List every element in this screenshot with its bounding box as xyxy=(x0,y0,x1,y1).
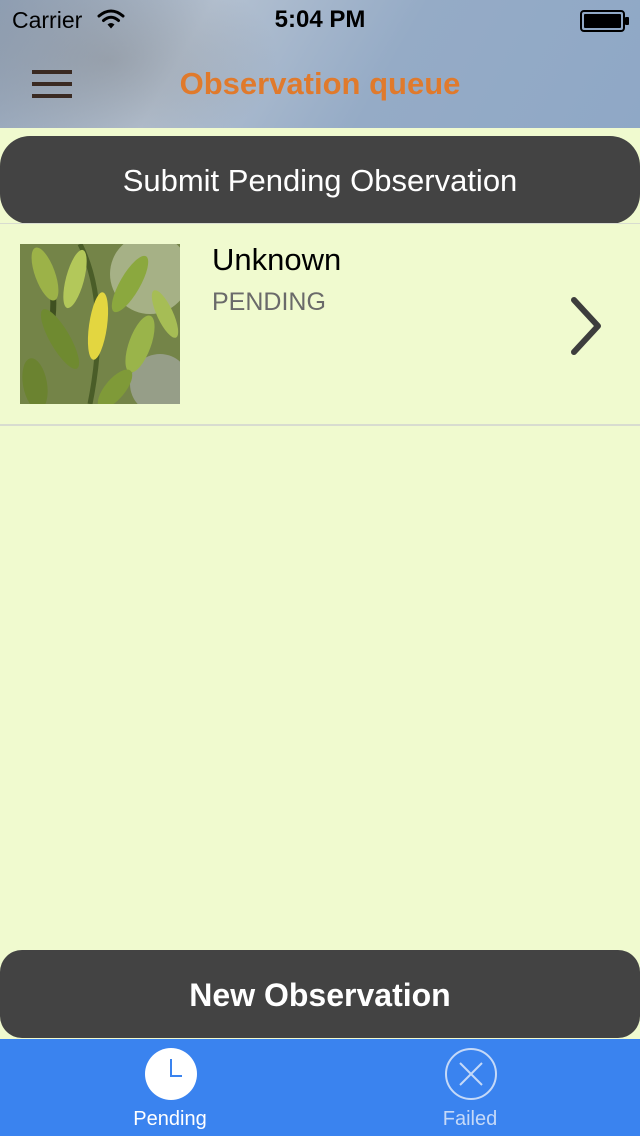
new-observation-button[interactable]: New Observation xyxy=(0,950,640,1038)
plant-photo-icon xyxy=(20,244,180,404)
observation-status: PENDING xyxy=(212,288,326,316)
tab-bar: Pending Failed xyxy=(0,1039,640,1136)
tab-pending[interactable]: Pending xyxy=(10,1039,330,1136)
page-title: Observation queue xyxy=(179,66,461,101)
tab-failed[interactable]: Failed xyxy=(310,1039,630,1136)
observation-list-item[interactable]: Unknown PENDING xyxy=(0,224,640,424)
tab-failed-label: Failed xyxy=(442,1108,498,1130)
list-divider xyxy=(0,424,640,426)
observation-thumbnail xyxy=(20,244,180,404)
navigation-header: Carrier 5:04 PM Observation queue xyxy=(0,0,640,128)
status-time: 5:04 PM xyxy=(274,6,366,33)
tab-pending-label: Pending xyxy=(133,1108,207,1130)
battery-icon xyxy=(580,10,629,32)
x-circle-icon xyxy=(445,1048,497,1100)
chevron-right-icon xyxy=(571,297,601,355)
submit-pending-observation-button[interactable]: Submit Pending Observation xyxy=(0,136,640,224)
status-bar: Carrier 5:04 PM xyxy=(0,0,640,40)
observation-title: Unknown xyxy=(212,242,342,277)
clock-icon xyxy=(145,1048,197,1100)
